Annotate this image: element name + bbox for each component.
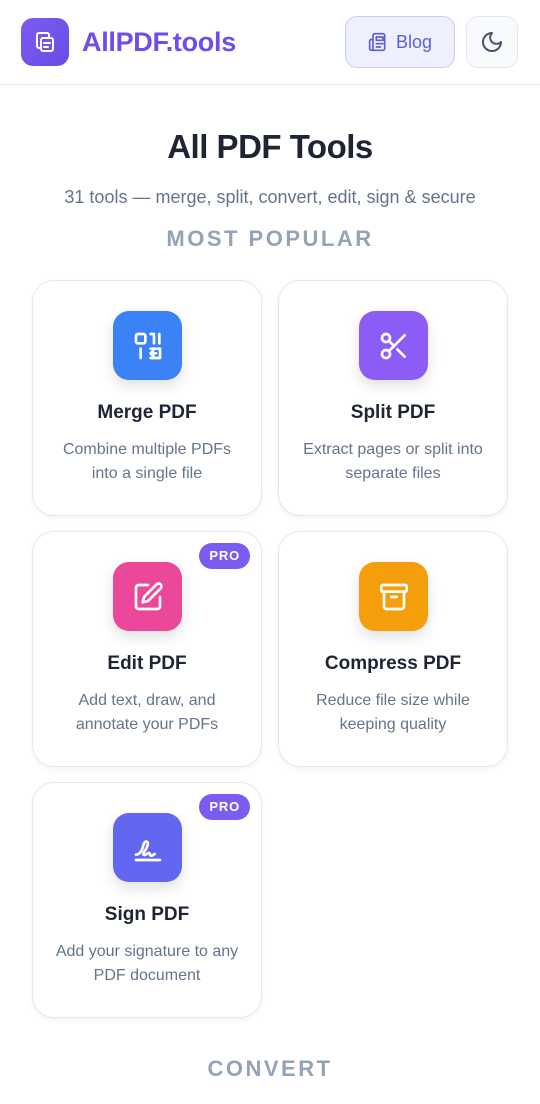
tool-card-compress-pdf[interactable]: Compress PDF Reduce file size while keep… [278,531,508,767]
pro-badge: PRO [199,794,250,820]
tool-description: Add your signature to any PDF document [55,943,239,984]
tool-icon-tile [359,311,428,380]
page-subtitle: 31 tools — merge, split, convert, edit, … [64,187,476,207]
scissors-icon [380,332,406,359]
edit-icon [134,581,163,610]
tool-card-edit-pdf[interactable]: PRO Edit PDF Add text, draw, and annotat… [32,531,262,767]
moon-icon [482,32,502,52]
section-heading-convert: CONVERT [207,1056,333,1081]
section-heading-most-popular: MOST POPULAR [166,226,374,251]
blog-label: Blog [395,31,433,52]
tool-title: Compress PDF [324,653,462,674]
signature-icon [134,839,161,861]
tool-description: Reduce file size while keeping quality [316,692,470,733]
tool-card-sign-pdf[interactable]: PRO Sign PDF Add your signature to any P… [32,782,262,1018]
newspaper-icon [368,32,386,52]
brand-name[interactable]: AllPDF.tools [82,24,236,60]
tool-title: Edit PDF [107,653,187,674]
tool-icon-tile [359,562,428,631]
theme-toggle-button[interactable] [466,16,518,68]
top-bar: AllPDF.tools Blog [0,0,540,85]
pro-badge: PRO [199,543,250,569]
page-title: All PDF Tools [167,128,373,165]
logo[interactable] [21,18,69,66]
tool-title: Sign PDF [104,904,190,925]
blog-button[interactable]: Blog [345,16,455,68]
tool-icon-tile [113,813,182,882]
tool-description: Add text, draw, and annotate your PDFs [75,692,219,733]
tool-icon-tile [113,311,182,380]
tool-description: Combine multiple PDFs into a single file [62,441,232,482]
tool-card-split-pdf[interactable]: Split PDF Extract pages or split into se… [278,280,508,516]
tool-description: Extract pages or split into separate fil… [303,441,483,482]
tool-title: Merge PDF [97,402,197,423]
tool-icon-tile [113,562,182,631]
archive-icon [379,583,408,610]
tool-card-merge-pdf[interactable]: Merge PDF Combine multiple PDFs into a s… [32,280,262,516]
merge-icon [134,332,161,359]
tool-title: Split PDF [350,402,436,423]
copy-documents-icon [36,32,54,52]
